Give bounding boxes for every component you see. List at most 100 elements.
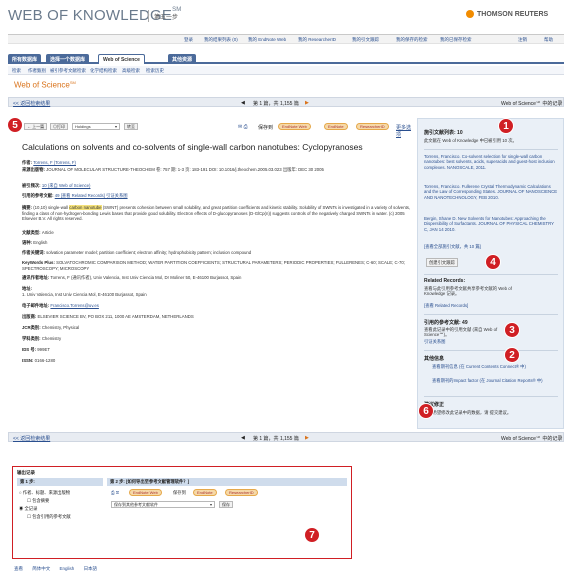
- option-full-record[interactable]: ◉ 全记录: [19, 506, 37, 512]
- times-cited-link[interactable]: 10 (来自 Web of Science): [42, 183, 91, 188]
- option-include-abstract-label: 包含摘要: [32, 498, 50, 503]
- field-jcr: JCR类别: Chemistry, Physical: [22, 325, 412, 331]
- ids-value: 999ET: [37, 347, 50, 352]
- output-endnote-button[interactable]: EndNote: [193, 489, 217, 496]
- related-records-link[interactable]: [查看 Related Records]: [424, 303, 514, 308]
- top-nav: 登录 我的结果列表 (0) 我的 EndNote Web 我的 Research…: [8, 34, 564, 44]
- field-author-keywords: 作者关键词: solvation parameter model; partit…: [22, 250, 412, 256]
- topnav-login[interactable]: 登录: [184, 37, 193, 43]
- researcherid-button[interactable]: ResearcherID: [356, 123, 389, 130]
- tab-other-resources[interactable]: 其他资源: [168, 54, 197, 64]
- back-to-results-link-bottom[interactable]: << 返回检索结果: [13, 435, 50, 442]
- subnav-structure-search[interactable]: 化学结构检索: [90, 68, 117, 74]
- citation-map-link[interactable]: 引证关系图: [424, 339, 558, 344]
- reprint-label: 通讯作者地址:: [22, 275, 50, 280]
- citing-article-3[interactable]: Bergin, Shane D. New Solvents for Nanotu…: [424, 216, 558, 232]
- reprint-value: Torrens, F (通讯作者), Univ Valencia, Inst U…: [50, 275, 242, 280]
- doctype-value: Article: [41, 230, 54, 235]
- citing-article-1[interactable]: Torrens, Francisco. Co-solvent selection…: [424, 154, 558, 170]
- wos-title-text: Web of Science: [14, 80, 70, 90]
- keywords-plus-label: KeyWords Plus:: [22, 260, 55, 265]
- journal-info-link[interactable]: 查看期刊信息 (在 Current Contents Connect® 中): [432, 364, 556, 369]
- source-label: 来源出版物:: [22, 167, 45, 172]
- create-citation-alert-button[interactable]: 创建引文跟踪: [426, 258, 458, 267]
- option-basic[interactable]: ○ 作者、标题、来源出版物: [19, 490, 70, 496]
- tab-web-of-science[interactable]: Web of Science: [98, 54, 145, 64]
- next-record-icon-bottom[interactable]: ▶: [305, 435, 309, 441]
- subnav-author-finder[interactable]: 作者甄别: [28, 68, 46, 74]
- footer-view[interactable]: 查看: [14, 566, 23, 571]
- endnote-button[interactable]: EndNote: [324, 123, 348, 130]
- field-source: 来源出版物: JOURNAL OF MOLECULAR STRUCTURE-TH…: [22, 167, 412, 173]
- divider: [424, 314, 558, 315]
- footer-lang-zh[interactable]: 简体中文: [32, 566, 50, 571]
- topnav-citation-alerts[interactable]: 我的引文跟踪: [352, 37, 379, 43]
- topnav-endnote[interactable]: 我的 EndNote Web: [248, 37, 286, 43]
- holdings-select-value: Holdings: [75, 124, 91, 129]
- subnav-search-history[interactable]: 检索历史: [146, 68, 164, 74]
- go-button[interactable]: 转至: [124, 123, 138, 130]
- checkbox-icon[interactable]: ☐: [27, 514, 31, 519]
- subnav-search[interactable]: 检索: [12, 68, 21, 74]
- logo-subtitle: 第五一步: [154, 15, 179, 21]
- page-title: Web of ScienceSM: [14, 80, 76, 90]
- prev-record-icon-bottom[interactable]: ◀: [241, 435, 245, 441]
- sub-nav: 检索 作者甄别 被引参考文献检索 化学结构检索 高级检索 检索历史: [8, 66, 564, 75]
- subnav-advanced-search[interactable]: 高级检索: [122, 68, 140, 74]
- radio-icon[interactable]: ○: [19, 490, 22, 495]
- next-record-icon[interactable]: ▶: [305, 100, 309, 106]
- tab-select-database[interactable]: 选择一个数据库: [46, 54, 90, 64]
- divider: [424, 149, 558, 150]
- step-2-label[interactable]: 第 2 步: [如何导出至参考文献管理软件？]: [107, 478, 347, 486]
- email-label: 电子邮件地址:: [22, 303, 50, 308]
- footer-lang-ja[interactable]: 日本語: [84, 566, 98, 571]
- ids-label: IDS 号:: [22, 347, 37, 352]
- topnav-marked-list[interactable]: 我的结果列表 (0): [204, 37, 238, 43]
- subnav-cited-ref-search[interactable]: 被引参考文献检索: [50, 68, 86, 74]
- abstract-text-pre: (10,10) single-wall: [33, 205, 70, 210]
- output-save-button[interactable]: 保存: [219, 501, 233, 508]
- author-link[interactable]: Torrens, F (Torrens, F): [33, 160, 76, 165]
- tab-all-databases[interactable]: 所有数据库: [8, 54, 42, 64]
- email-link[interactable]: Francisco.Torrens@uv.es: [50, 303, 98, 308]
- related-records-heading: Related Records:: [424, 278, 466, 284]
- callout-badge-3: 3: [504, 322, 520, 338]
- topnav-saved-searches-2[interactable]: 我的已保存检索: [440, 37, 472, 43]
- email-icon[interactable]: ✉ ⎙: [238, 124, 248, 130]
- field-subject: 学科类别: Chemistry: [22, 336, 412, 342]
- cited-refs-link[interactable]: 49 [查看 Related Records] 引证关系图: [55, 193, 128, 198]
- impact-factor-link[interactable]: 查看期刊的Impact factor (在 Journal Citation R…: [432, 378, 556, 383]
- option-include-refs-label: 包含引用的参考文献: [32, 514, 71, 519]
- output-endnote-web-button[interactable]: EndNote Web: [129, 489, 162, 496]
- view-all-citing-link[interactable]: [查看全部施引文献，共 10 篇]: [424, 244, 558, 249]
- option-include-abstract[interactable]: ☐ 包含摘要: [27, 498, 49, 504]
- topnav-researcherid[interactable]: 我的 ResearcherID: [298, 37, 336, 43]
- divider: [424, 274, 558, 275]
- print-email-icons[interactable]: ⎙ ✉: [111, 490, 119, 495]
- field-cited-refs: 引用的参考文献: 49 [查看 Related Records] 引证关系图: [22, 193, 412, 199]
- keywords-plus-value: SOLVATOCHROMIC COMPARISON METHOD; WATER …: [22, 260, 405, 271]
- footer-lang-en[interactable]: English: [60, 566, 75, 571]
- back-to-results-link[interactable]: << 返回检索结果: [13, 100, 50, 107]
- checkbox-icon[interactable]: ☐: [27, 498, 31, 503]
- topnav-saved-searches[interactable]: 我的保存的检索: [396, 37, 428, 43]
- prev-button[interactable]: ← 上一篇: [24, 123, 48, 130]
- citing-article-2[interactable]: Torrens, Francisco. Fullerene Crystal Th…: [424, 184, 558, 200]
- more-options-link[interactable]: 更多选项: [396, 124, 412, 138]
- holdings-select[interactable]: Holdings ▾: [72, 123, 120, 130]
- chevron-down-icon: ▾: [114, 124, 117, 129]
- suggest-correction-text[interactable]: 如果希望修改此记录中的数据，请 提交建议。: [424, 410, 558, 415]
- output-researcherid-button[interactable]: ResearcherID: [225, 489, 258, 496]
- radio-selected-icon[interactable]: ◉: [19, 506, 23, 511]
- output-format-select[interactable]: 保存到其他参考文献软件 ▾: [111, 501, 215, 508]
- print-button[interactable]: ◎打印: [50, 123, 68, 130]
- prev-record-icon[interactable]: ◀: [241, 100, 245, 106]
- option-include-refs[interactable]: ☐ 包含引用的参考文献: [27, 514, 71, 520]
- endnote-web-button[interactable]: EndNote Web: [278, 123, 311, 130]
- address-label: 地址:: [22, 286, 33, 291]
- jcr-value: Chemistry, Physical: [41, 325, 80, 330]
- topnav-logout[interactable]: 注销: [518, 37, 527, 43]
- keywords-value: solvation parameter model; partition coe…: [46, 250, 252, 255]
- field-reprint: 通讯作者地址: Torrens, F (通讯作者), Univ Valencia…: [22, 275, 412, 281]
- topnav-help[interactable]: 帮助: [544, 37, 553, 43]
